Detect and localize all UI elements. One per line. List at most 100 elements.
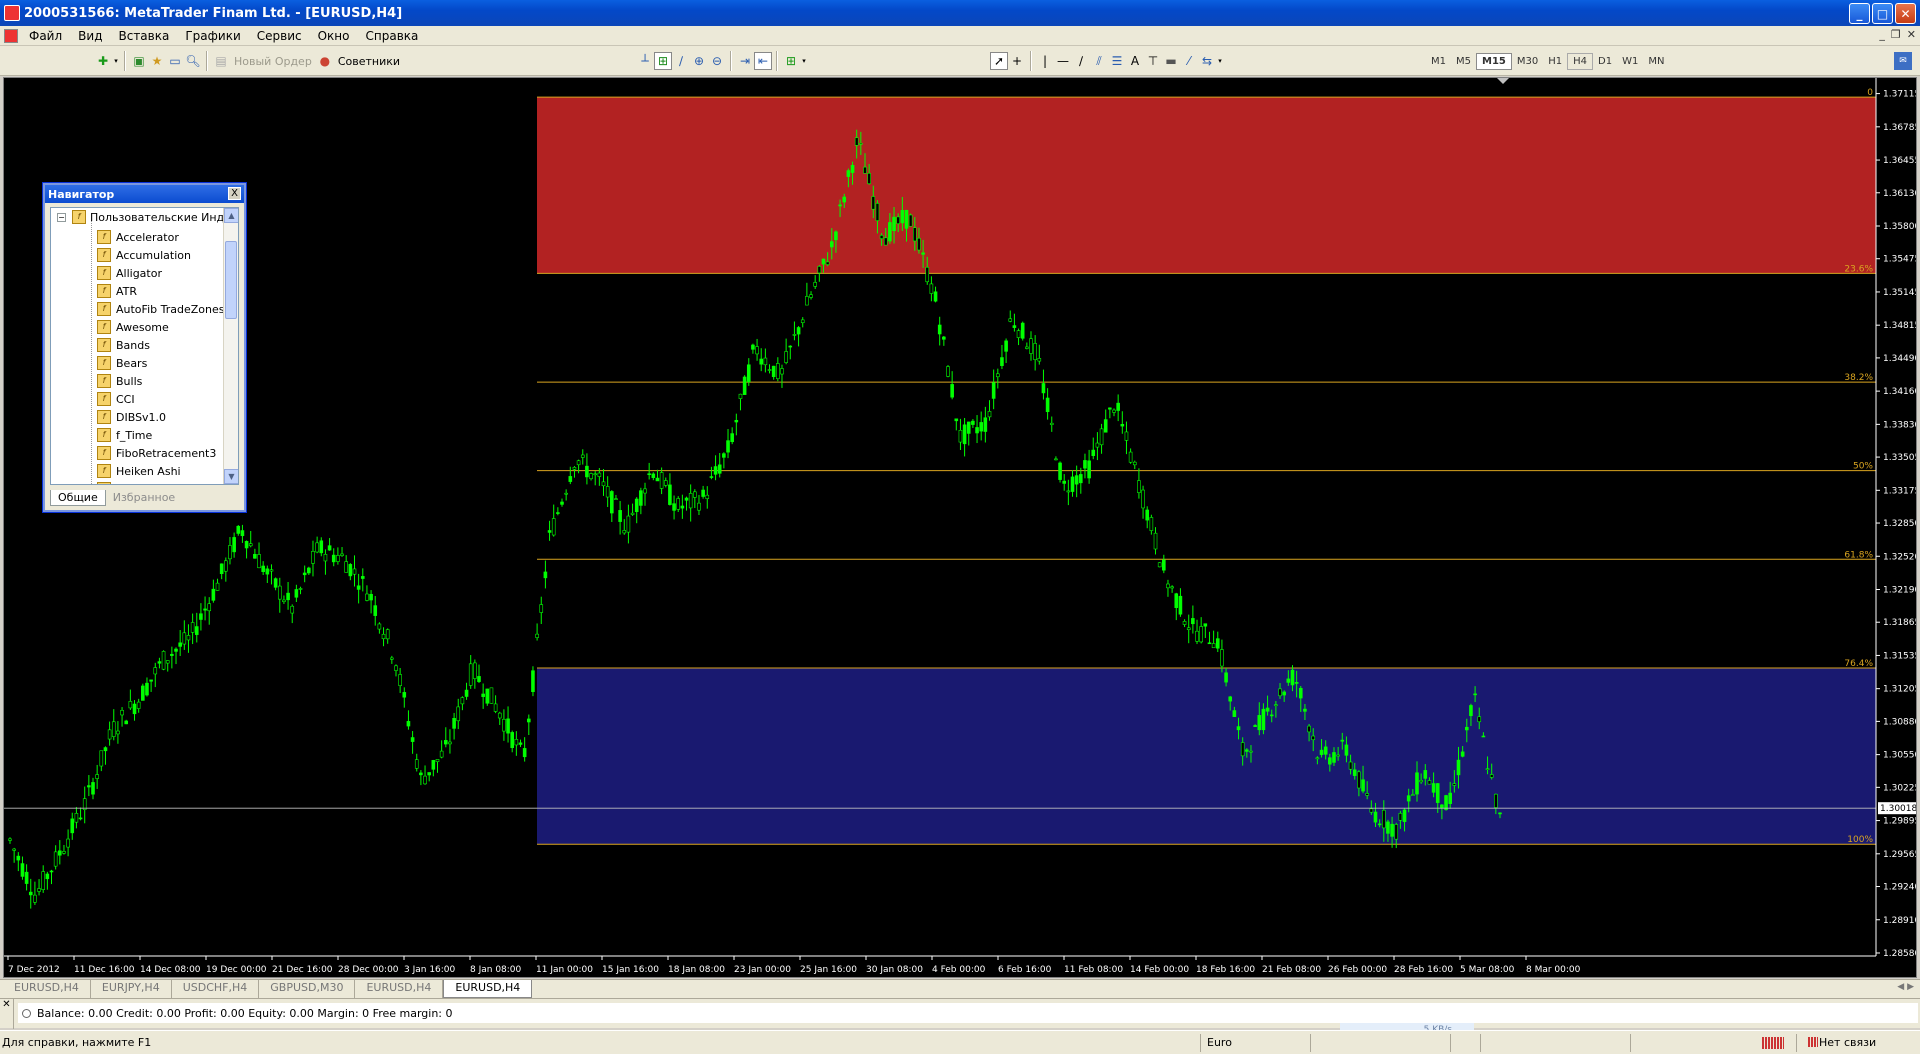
navigator-scrollbar[interactable]: ▲ ▼ <box>223 208 238 484</box>
minimize-button[interactable]: _ <box>1849 3 1870 24</box>
menu-view[interactable]: Вид <box>70 27 110 45</box>
vertical-line-icon[interactable]: | <box>1036 52 1054 70</box>
timeframe-mn[interactable]: MN <box>1643 54 1669 69</box>
scroll-down-icon[interactable]: ▼ <box>224 469 238 484</box>
text-label-icon[interactable]: ⊤ <box>1144 52 1162 70</box>
navigator-item[interactable]: f DIBSv1.0 <box>97 408 225 426</box>
navigator-item[interactable]: f Alligator <box>97 264 225 282</box>
navigator-tree[interactable]: − f Пользовательские Индикаторы f Acceler… <box>50 207 239 485</box>
timeframe-w1[interactable]: W1 <box>1617 54 1643 69</box>
close-button[interactable]: ✕ <box>1895 3 1916 24</box>
navigator-item[interactable]: f AutoFib TradeZones <box>97 300 225 318</box>
period-separator-icon[interactable]: ⁄ <box>1180 52 1198 70</box>
market-watch-icon[interactable]: ★ <box>148 52 166 70</box>
candle <box>161 650 166 671</box>
navigator-tab-favorites[interactable]: Избранное <box>105 490 183 506</box>
price-tick-label: 1.35145 <box>1883 288 1917 298</box>
navigator-item[interactable]: f Accelerator <box>97 228 225 246</box>
custom-indicator-icon: f <box>97 356 111 370</box>
navigator-item[interactable]: f Bears <box>97 354 225 372</box>
navigator-tab-common[interactable]: Общие <box>50 490 106 506</box>
cursor-icon[interactable]: ➚ <box>990 52 1008 70</box>
chart-tab[interactable]: EURUSD,H4 <box>3 980 91 998</box>
chart-tab[interactable]: GBPUSD,M30 <box>259 980 356 998</box>
objects-icon[interactable]: ⇆ <box>1198 52 1216 70</box>
menu-window[interactable]: Окно <box>310 27 358 45</box>
arrows-icon[interactable]: ▬ <box>1162 52 1180 70</box>
dropdown-arrow-icon[interactable]: ▾ <box>1216 52 1224 70</box>
navigator-panel: Навигатор X − f Пользовательские Индикат… <box>43 183 246 512</box>
navigator-item[interactable]: f FiboRetracement3 <box>97 444 225 462</box>
line-chart-icon[interactable]: ∕ <box>672 52 690 70</box>
navigator-item[interactable]: f Bulls <box>97 372 225 390</box>
navigator-close-button[interactable]: X <box>228 187 241 200</box>
scroll-up-icon[interactable]: ▲ <box>224 208 238 223</box>
balance-icon <box>22 1008 31 1018</box>
candlestick-icon[interactable]: ⊞ <box>654 52 672 70</box>
chat-icon[interactable]: ✉ <box>1894 52 1912 70</box>
chart-tab[interactable]: EURJPY,H4 <box>91 980 172 998</box>
chart-area[interactable]: 0 23.6% 38.2% 50% 61.8% 76.4% 100% 1.37115 1.367… <box>3 77 1917 978</box>
trendline-icon[interactable]: ∕ <box>1072 52 1090 70</box>
fibonacci-icon[interactable]: ☰ <box>1108 52 1126 70</box>
maximize-button[interactable]: □ <box>1872 3 1893 24</box>
expert-advisors-button[interactable]: Советники <box>334 55 404 68</box>
navigator-item[interactable]: f Awesome <box>97 318 225 336</box>
price-chart[interactable]: 0 23.6% 38.2% 50% 61.8% 76.4% 100% 1.37115 1.367… <box>4 78 1917 978</box>
profile-name[interactable]: Euro <box>1200 1034 1310 1052</box>
bar-chart-icon[interactable]: ┴ <box>636 52 654 70</box>
scroll-thumb[interactable] <box>225 241 237 319</box>
equidistant-channel-icon[interactable]: ⫽ <box>1090 52 1108 70</box>
price-tick-label: 1.33830 <box>1883 420 1917 430</box>
mdi-restore-button[interactable]: ❐ <box>1891 28 1901 41</box>
chart-window-icon[interactable] <box>4 28 18 43</box>
crosshair-icon[interactable]: + <box>1008 52 1026 70</box>
new-order-button[interactable]: Новый Ордер <box>230 55 316 68</box>
navigator-icon[interactable]: ▭ <box>166 52 184 70</box>
navigator-item[interactable]: f Heiken Ashi <box>97 462 225 480</box>
dropdown-arrow-icon[interactable]: ▾ <box>112 52 120 70</box>
chart-tab[interactable]: USDCHF,H4 <box>172 980 260 998</box>
horizontal-line-icon[interactable]: — <box>1054 52 1072 70</box>
timeframe-m30[interactable]: M30 <box>1512 54 1543 69</box>
timeframe-h4[interactable]: H4 <box>1567 52 1594 70</box>
tree-root-custom-indicators[interactable]: − f Пользовательские Индикаторы <box>57 210 238 224</box>
menu-tools[interactable]: Сервис <box>249 27 310 45</box>
indicators-icon[interactable]: ⊞ <box>782 52 800 70</box>
chart-tab[interactable]: EURUSD,H4 <box>355 980 444 998</box>
tab-scroll-arrows-icon[interactable]: ◀ ▶ <box>1897 982 1914 992</box>
menu-charts[interactable]: Графики <box>177 27 248 45</box>
profiles-icon[interactable]: ▣ <box>130 52 148 70</box>
time-tick-label: 25 Jan 16:00 <box>800 965 857 975</box>
timeframe-m1[interactable]: M1 <box>1426 54 1451 69</box>
menu-file[interactable]: Файл <box>21 27 70 45</box>
text-icon[interactable]: A <box>1126 52 1144 70</box>
zoom-out-icon[interactable]: ⊖ <box>708 52 726 70</box>
dropdown-arrow-icon[interactable]: ▾ <box>800 52 808 70</box>
zoom-in-icon[interactable]: ⊕ <box>690 52 708 70</box>
terminal-close-icon[interactable]: ✕ <box>0 999 14 1029</box>
navigator-item[interactable]: f HistoryInfo_v8_mod <box>97 480 225 484</box>
mdi-minimize-button[interactable]: _ <box>1879 28 1885 41</box>
navigator-item[interactable]: f Bands <box>97 336 225 354</box>
price-tick-label: 1.36130 <box>1883 189 1917 199</box>
menu-insert[interactable]: Вставка <box>110 27 177 45</box>
timeframe-d1[interactable]: D1 <box>1593 54 1617 69</box>
chart-tab-active[interactable]: EURUSD,H4 <box>443 980 533 998</box>
timeframe-h1[interactable]: H1 <box>1543 54 1567 69</box>
timeframe-m15[interactable]: M15 <box>1476 52 1512 70</box>
data-window-icon[interactable]: 🔍︎ <box>184 52 202 70</box>
collapse-icon[interactable]: − <box>57 212 66 222</box>
new-chart-icon[interactable]: ✚ <box>94 52 112 70</box>
expert-advisors-icon[interactable]: ● <box>316 52 334 70</box>
navigator-item[interactable]: f Accumulation <box>97 246 225 264</box>
navigator-item[interactable]: f f_Time <box>97 426 225 444</box>
mdi-close-button[interactable]: ✕ <box>1907 28 1916 41</box>
navigator-item[interactable]: f CCI <box>97 390 225 408</box>
balance-row[interactable]: Balance: 0.00 Credit: 0.00 Profit: 0.00 … <box>18 1003 1918 1023</box>
auto-scroll-icon[interactable]: ⇥ <box>736 52 754 70</box>
navigator-item[interactable]: f ATR <box>97 282 225 300</box>
chart-shift-icon[interactable]: ⇤ <box>754 52 772 70</box>
menu-help[interactable]: Справка <box>358 27 427 45</box>
timeframe-m5[interactable]: M5 <box>1451 54 1476 69</box>
